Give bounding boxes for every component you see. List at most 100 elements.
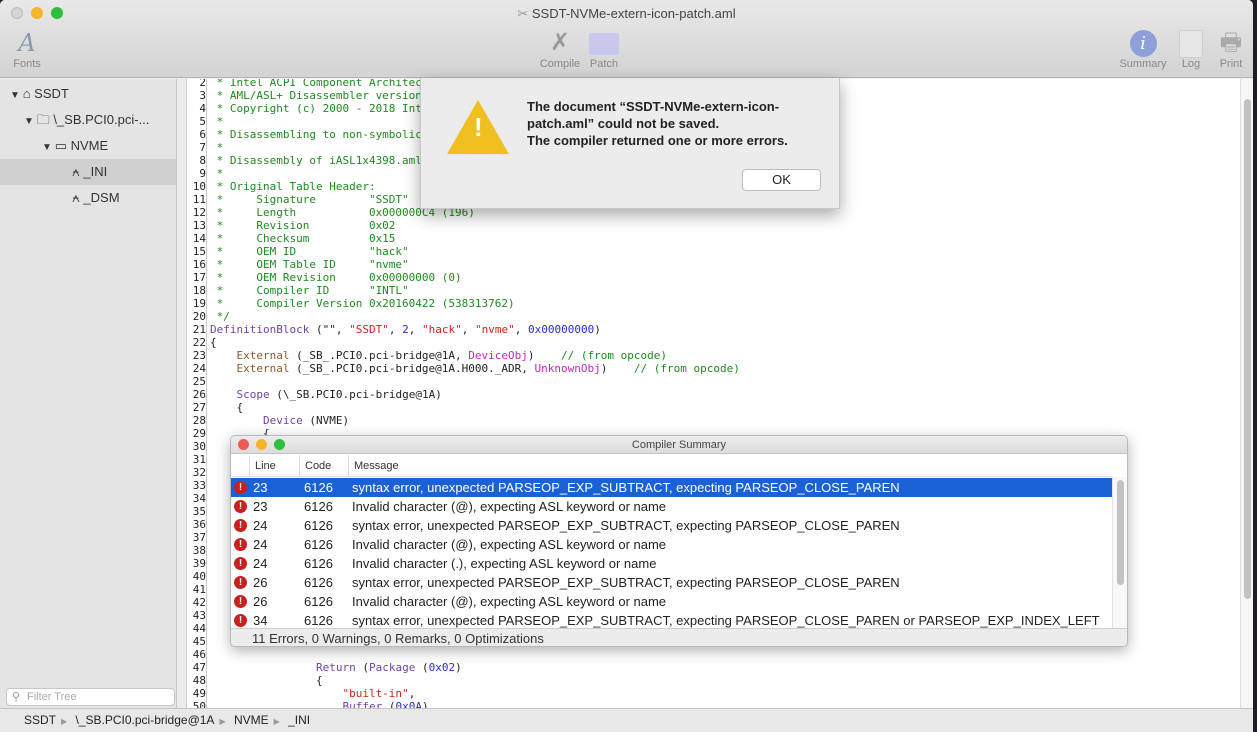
error-icon: ! bbox=[234, 595, 247, 608]
error-row[interactable]: ! 24 6126 Invalid character (@), expecting … bbox=[231, 535, 1112, 554]
title-bar: ✂ SSDT-NVMe-extern-icon-patch.aml A Fonts… bbox=[0, 0, 1253, 78]
summary-scrollbar[interactable] bbox=[1112, 477, 1127, 628]
line-number: 4 bbox=[199, 102, 206, 115]
line-number: 39 bbox=[192, 557, 206, 570]
code-line: "built-in", bbox=[210, 687, 415, 700]
code-line: * Original Table Header: bbox=[210, 180, 376, 193]
patch-button[interactable]: Patch bbox=[586, 28, 622, 70]
line-number: 17 bbox=[192, 271, 206, 284]
code-token: External bbox=[236, 349, 290, 362]
column-header-code[interactable]: Code bbox=[299, 455, 348, 477]
line-number: 48 bbox=[192, 674, 206, 687]
minimize-button[interactable] bbox=[256, 439, 267, 450]
scrollbar-thumb[interactable] bbox=[1244, 99, 1251, 599]
filter-tree-input[interactable]: ⚲ Filter Tree bbox=[6, 688, 175, 706]
tools-icon: ✗ bbox=[549, 29, 571, 56]
breadcrumb-item[interactable]: \_SB.PCI0.pci-bridge@1A bbox=[76, 713, 215, 727]
chevron-right-icon: ▶ bbox=[273, 717, 280, 726]
document-icon: ✂ bbox=[517, 6, 532, 21]
error-icon: ! bbox=[234, 557, 247, 570]
zoom-button[interactable] bbox=[274, 439, 285, 450]
editor-scrollbar[interactable] bbox=[1240, 79, 1253, 708]
line-number: 26 bbox=[192, 388, 206, 401]
compile-button[interactable]: ✗ Compile bbox=[536, 28, 584, 70]
line-number: 31 bbox=[192, 453, 206, 466]
outline-tree: ▼ ⌂ SSDT ▼ 🗀 \_SB.PCI0.pci-... ▼ ▭ NVME … bbox=[0, 79, 177, 708]
tree-item-nvme[interactable]: ▼ ▭ NVME bbox=[42, 133, 108, 159]
summary-title-bar: Compiler Summary bbox=[231, 436, 1127, 454]
font-icon: A bbox=[18, 29, 36, 57]
code-token: (_SB_.PCI0.pci-bridge@1A.H000._ADR, bbox=[289, 362, 535, 375]
method-icon: ⍲ bbox=[72, 190, 84, 205]
error-row[interactable]: ! 26 6126 syntax error, unexpected PARSEOP_… bbox=[231, 573, 1112, 592]
code-token: * bbox=[210, 167, 224, 180]
code-token: * Checksum 0x15 bbox=[210, 232, 396, 245]
disclosure-triangle-icon[interactable]: ▼ bbox=[24, 116, 37, 127]
code-token: (_SB_.PCI0.pci-bridge@1A, bbox=[289, 349, 469, 362]
line-number: 35 bbox=[192, 505, 206, 518]
search-icon: ⚲ bbox=[12, 691, 21, 703]
code-token: "nvme" bbox=[474, 323, 515, 336]
disclosure-triangle-icon[interactable]: ▼ bbox=[10, 90, 23, 101]
line-number: 36 bbox=[192, 518, 206, 531]
summary-button[interactable]: i Summary bbox=[1116, 28, 1170, 70]
code-token: 0x0A bbox=[395, 700, 422, 708]
breadcrumb-item[interactable]: NVME bbox=[234, 713, 269, 727]
error-icon: ! bbox=[234, 576, 247, 589]
error-message: Invalid character (@), expecting ASL key… bbox=[352, 499, 667, 514]
summary-table-header: Line Code Message bbox=[231, 455, 1112, 477]
code-line: Scope (\_SB.PCI0.pci-bridge@1A) bbox=[210, 388, 442, 401]
error-row[interactable]: ! 24 6126 syntax error, unexpected PARSEOP_… bbox=[231, 516, 1112, 535]
code-line: External (_SB_.PCI0.pci-bridge@1A.H000._… bbox=[210, 362, 740, 375]
close-button[interactable] bbox=[238, 439, 249, 450]
column-header-message[interactable]: Message bbox=[348, 455, 1112, 477]
code-line: * bbox=[210, 167, 224, 180]
ok-button[interactable]: OK bbox=[742, 169, 821, 191]
code-token: { bbox=[210, 336, 217, 349]
save-error-alert: ! The document “SSDT-NVMe-extern-icon-pa… bbox=[420, 78, 840, 209]
code-token: External bbox=[236, 362, 290, 375]
code-token: ) bbox=[594, 323, 601, 336]
line-number: 8 bbox=[199, 154, 206, 167]
line-number: 12 bbox=[192, 206, 206, 219]
code-token: DeviceObj bbox=[468, 349, 528, 362]
chevron-right-icon: ▶ bbox=[61, 717, 68, 726]
code-token: "built-in" bbox=[342, 687, 409, 700]
fonts-button[interactable]: A Fonts bbox=[8, 28, 46, 70]
error-code: 6126 bbox=[304, 518, 333, 533]
error-row[interactable]: ! 26 6126 Invalid character (@), expecting … bbox=[231, 592, 1112, 611]
breadcrumb-item[interactable]: SSDT bbox=[24, 713, 56, 727]
code-token: , bbox=[388, 323, 403, 336]
column-header-line[interactable]: Line bbox=[249, 455, 299, 477]
error-row[interactable]: ! 23 6126 Invalid character (@), expecting … bbox=[231, 497, 1112, 516]
line-number: 19 bbox=[192, 297, 206, 310]
chevron-right-icon: ▶ bbox=[219, 717, 226, 726]
printer-icon: 🖶 bbox=[1219, 29, 1243, 56]
error-code: 6126 bbox=[304, 537, 333, 552]
window-title: ✂ SSDT-NVMe-extern-icon-patch.aml bbox=[517, 6, 736, 21]
code-token: ( bbox=[355, 661, 369, 674]
split-view-divider[interactable] bbox=[177, 79, 186, 708]
code-line: * Intel ACPI Component Architec bbox=[210, 79, 422, 89]
code-token: { bbox=[210, 674, 323, 687]
scrollbar-thumb[interactable] bbox=[1117, 480, 1124, 585]
code-token: ( bbox=[382, 700, 396, 708]
code-token: Device bbox=[262, 414, 303, 427]
tree-item-ssdt[interactable]: ▼ ⌂ SSDT bbox=[10, 81, 69, 107]
code-line: Return (Package (0x02) bbox=[210, 661, 462, 674]
tree-item-dsm[interactable]: ⍲ _DSM bbox=[72, 185, 120, 211]
line-number: 6 bbox=[199, 128, 206, 141]
breadcrumb-item[interactable]: _INI bbox=[288, 713, 310, 727]
error-row[interactable]: ! 24 6126 Invalid character (.), expecting … bbox=[231, 554, 1112, 573]
error-row[interactable]: ! 23 6126 syntax error, unexpected PARSEOP_… bbox=[231, 478, 1112, 497]
print-button[interactable]: 🖶 Print bbox=[1214, 28, 1248, 70]
tree-item-ini[interactable]: ⍲ _INI bbox=[0, 159, 176, 185]
code-line: Device (NVME) bbox=[210, 414, 349, 427]
tree-item-scope[interactable]: ▼ 🗀 \_SB.PCI0.pci-... bbox=[24, 107, 149, 133]
disclosure-triangle-icon[interactable]: ▼ bbox=[42, 142, 55, 153]
code-token: ("", bbox=[309, 323, 350, 336]
log-button[interactable]: Log bbox=[1176, 28, 1206, 70]
